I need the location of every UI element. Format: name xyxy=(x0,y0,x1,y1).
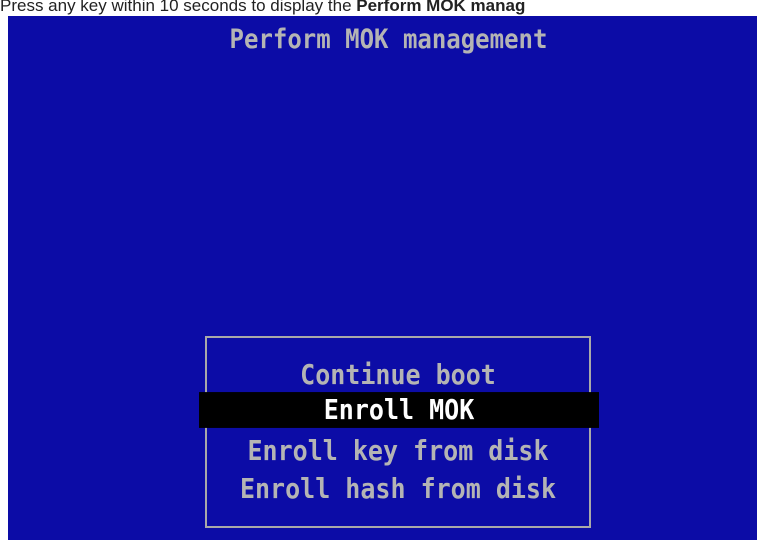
mok-menu: Continue boot Enroll MOK Enroll key from… xyxy=(199,336,599,528)
menu-item-enroll-hash-from-disk[interactable]: Enroll hash from disk xyxy=(207,468,589,511)
screen-title: Perform MOK management xyxy=(229,23,548,55)
instruction-caption: Press any key within 10 seconds to displ… xyxy=(0,0,757,17)
menu-item-continue-boot[interactable]: Continue boot xyxy=(207,354,589,397)
mok-manager-screen: Perform MOK management Continue boot Enr… xyxy=(8,16,757,540)
caption-bold-text: Perform MOK manag xyxy=(356,0,526,15)
menu-item-enroll-key-from-disk[interactable]: Enroll key from disk xyxy=(207,430,589,473)
menu-item-enroll-mok[interactable]: Enroll MOK xyxy=(199,392,599,428)
caption-text: Press any key within 10 seconds to displ… xyxy=(0,0,357,15)
